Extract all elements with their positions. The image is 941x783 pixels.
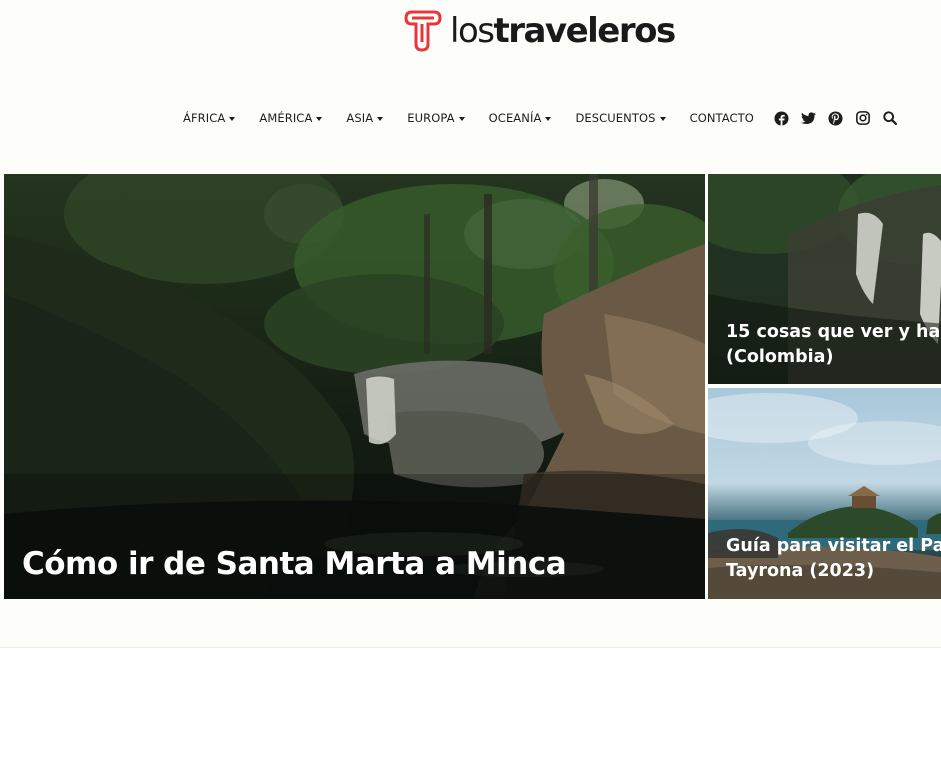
caret-down-icon	[229, 116, 236, 121]
nav-item-label: CONTACTO	[689, 111, 754, 125]
nav-item-descuentos[interactable]: DESCUENTOS	[575, 111, 666, 125]
twitter-icon[interactable]	[801, 110, 817, 126]
title-line-2: (Colombia)	[726, 347, 834, 367]
main-nav: ÁFRICA AMÉRICA ASIA EUROPA OCEANÍA DESCU…	[183, 106, 909, 130]
featured-image	[4, 174, 705, 599]
featured-post-main[interactable]: Cómo ir de Santa Marta a Minca	[4, 174, 705, 599]
logo-text-light: los	[450, 11, 495, 51]
content-area	[0, 648, 941, 783]
nav-item-europa[interactable]: EUROPA	[407, 111, 465, 125]
title-line-1: 15 cosas que ver y hacer	[726, 322, 941, 342]
title-line-2: Tayrona (2023)	[726, 561, 875, 581]
nav-item-america[interactable]: AMÉRICA	[259, 111, 323, 125]
caret-down-icon	[659, 116, 666, 121]
featured-post-title[interactable]: Cómo ir de Santa Marta a Minca	[22, 545, 567, 583]
nav-item-label: ASIA	[346, 111, 374, 125]
nav-item-label: DESCUENTOS	[575, 111, 656, 125]
nav-item-africa[interactable]: ÁFRICA	[183, 111, 236, 125]
logo-mark-icon	[404, 10, 442, 52]
social-links	[774, 110, 909, 126]
pinterest-icon[interactable]	[828, 110, 844, 126]
title-line-1: Guía para visitar el Parq	[726, 536, 941, 556]
nav-item-asia[interactable]: ASIA	[346, 111, 384, 125]
logo-text: lostraveleros	[450, 8, 676, 54]
nav-item-label: OCEANÍA	[488, 111, 542, 125]
nav-item-label: AMÉRICA	[259, 111, 313, 125]
site-logo[interactable]: lostraveleros	[400, 8, 676, 54]
caret-down-icon	[458, 116, 465, 121]
featured-post-title[interactable]: 15 cosas que ver y hacer (Colombia)	[726, 320, 941, 370]
instagram-icon[interactable]	[855, 110, 871, 126]
logo-text-bold: traveleros	[493, 11, 676, 51]
nav-item-oceania[interactable]: OCEANÍA	[489, 111, 552, 125]
caret-down-icon	[316, 116, 323, 121]
featured-post-title[interactable]: Guía para visitar el Parq Tayrona (2023)	[726, 534, 941, 584]
caret-down-icon	[545, 116, 552, 121]
nav-item-label: ÁFRICA	[183, 111, 226, 125]
featured-post-side-1[interactable]: 15 cosas que ver y hacer (Colombia)	[708, 174, 941, 384]
caret-down-icon	[377, 116, 384, 121]
search-icon[interactable]	[882, 110, 898, 126]
featured-post-side-2[interactable]: Guía para visitar el Parq Tayrona (2023)	[708, 388, 941, 599]
facebook-icon[interactable]	[774, 110, 790, 126]
nav-item-label: EUROPA	[407, 111, 455, 125]
nav-item-contacto[interactable]: CONTACTO	[690, 111, 754, 125]
